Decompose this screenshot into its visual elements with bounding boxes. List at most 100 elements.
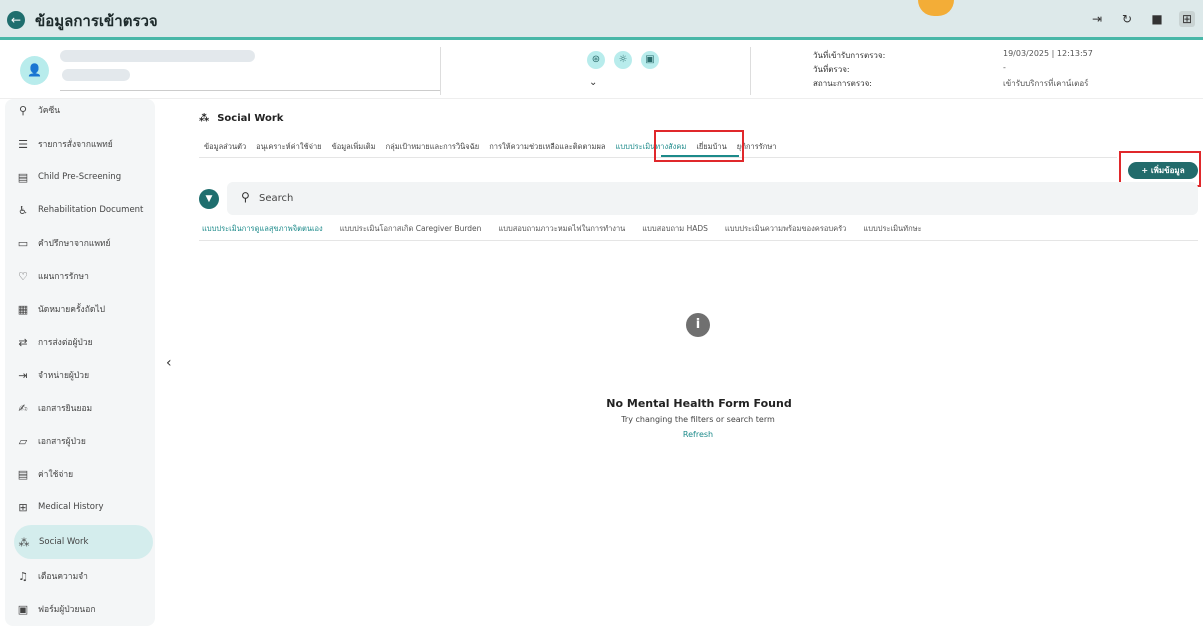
sidebar-item-patient-transfer[interactable]: ⇄ การส่งต่อผู้ป่วย: [13, 331, 153, 353]
divider: [750, 47, 751, 95]
divider: [440, 47, 441, 95]
screening-icon: ▤: [17, 170, 29, 184]
visit-date-label: วันที่เข้ารับการตรวจ:: [813, 51, 886, 60]
form-icon: ▣: [17, 602, 29, 616]
sidebar-item-label: ฟอร์มผู้ป่วยนอก: [38, 605, 96, 615]
redacted-id: [62, 69, 130, 81]
sidebar-item-label: เตือนความจำ: [38, 572, 88, 582]
empty-state-title: No Mental Health Form Found: [606, 397, 792, 410]
tab-expense-support[interactable]: อนุเคราะห์ค่าใช้จ่าย: [251, 140, 326, 154]
sidebar-item-label: จำหน่ายผู้ป่วย: [38, 371, 90, 381]
sidebar-item-label: เอกสารยินยอม: [38, 404, 93, 414]
sidebar-item-label: เอกสารผู้ป่วย: [38, 437, 86, 447]
sidebar-item-label: Social Work: [39, 537, 89, 547]
folder-icon: ▱: [18, 434, 28, 448]
sidebar-item-label: แผนการรักษา: [38, 272, 89, 282]
people-icon: ⁂: [199, 113, 210, 124]
sidebar-item-label: นัดหมายครั้งถัดไป: [38, 305, 106, 315]
subtab-burnout[interactable]: แบบสอบถามภาวะหมดไฟในการทำงาน: [498, 223, 642, 235]
exam-date-value: -: [1003, 63, 1006, 72]
sidebar-item-expenses[interactable]: ▤ ค่าใช้จ่าย: [13, 463, 153, 485]
sidebar-item-discharge[interactable]: ⇥ จำหน่ายผู้ป่วย: [13, 364, 153, 386]
discharge-icon: ⇥: [18, 368, 28, 382]
search-input[interactable]: [259, 188, 1159, 208]
consult-icon: ▭: [17, 236, 29, 250]
back-button[interactable]: ←: [7, 11, 25, 29]
subtab-skills[interactable]: แบบประเมินทักษะ: [863, 223, 938, 235]
arrow-left-icon: ←: [10, 13, 22, 27]
patient-status-icons: ⊛ ☼ ▣: [587, 51, 659, 69]
add-panel-icon[interactable]: ⊞: [1179, 11, 1195, 27]
list-icon: ☰: [18, 137, 28, 151]
sidebar-item-consult[interactable]: ▭ คำปรึกษาจากแพทย์: [13, 232, 153, 254]
top-bar: ← ข้อมูลการเข้าตรวจ ⇥ ↻ ■ ⊞: [0, 0, 1203, 40]
page-title: ข้อมูลการเข้าตรวจ: [35, 12, 158, 30]
sidebar-item-outpatient-form[interactable]: ▣ ฟอร์มผู้ป่วยนอก: [13, 598, 153, 620]
tab-personal-info[interactable]: ข้อมูลส่วนตัว: [199, 140, 251, 154]
exam-date-label: วันที่ตรวจ:: [813, 65, 850, 74]
bell-icon: ♫: [18, 569, 28, 583]
bookmark-icon[interactable]: ▣: [641, 51, 659, 69]
chevron-left-icon[interactable]: ‹: [166, 355, 172, 371]
search-icon: ⚲: [241, 190, 250, 204]
logout-icon[interactable]: ⇥: [1089, 11, 1105, 27]
toolbar: ⇥ ↻ ■ ⊞: [1089, 11, 1195, 27]
sidebar-item-rehabilitation[interactable]: ♿ Rehabilitation Document: [13, 199, 153, 221]
avatar: 👤: [20, 56, 49, 85]
sidebar-item-label: ค่าใช้จ่าย: [38, 470, 74, 480]
chevron-double-down-icon[interactable]: ⌄: [589, 77, 597, 88]
sidebar-item-patient-docs[interactable]: ▱ เอกสารผู้ป่วย: [13, 430, 153, 452]
subtab-family-readiness[interactable]: แบบประเมินความพร้อมของครอบครัว: [725, 223, 863, 235]
sidebar-item-label: Medical History: [38, 502, 104, 512]
trash-icon[interactable]: ■: [1149, 11, 1165, 27]
receipt-icon: ▤: [17, 467, 29, 481]
search-bar: ⚲: [227, 182, 1198, 215]
filter-button[interactable]: ▼: [199, 189, 219, 209]
sidebar-item-vaccine[interactable]: ⚲ วัคซีน: [13, 99, 153, 121]
empty-state-subtitle: Try changing the filters or search term: [621, 415, 775, 424]
decorative-shape: [918, 0, 954, 16]
user-icon: 👤: [27, 63, 42, 77]
wellness-icon[interactable]: ⊛: [587, 51, 605, 69]
subtab-caregiver-burden[interactable]: แบบประเมินโอกาสเกิด Caregiver Burden: [340, 223, 499, 235]
consent-icon: ✍: [18, 401, 28, 415]
redacted-name: [60, 50, 255, 62]
info-icon: i: [686, 313, 710, 337]
tab-target-group[interactable]: กลุ่มเป้าหมายและการวินิจฉัย: [381, 140, 485, 154]
refresh-link[interactable]: Refresh: [670, 430, 726, 439]
sidebar-item-consent[interactable]: ✍ เอกสารยินยอม: [13, 397, 153, 419]
transfer-icon: ⇄: [18, 335, 28, 349]
sidebar-item-label: วัคซีน: [38, 106, 61, 116]
tab-assistance-followup[interactable]: การให้ความช่วยเหลือและติดตามผล: [484, 140, 610, 154]
annotation-highlight-tab: [654, 130, 744, 162]
subtab-hads[interactable]: แบบสอบถาม HADS: [642, 223, 725, 235]
divider: [199, 240, 1198, 241]
sidebar-item-treatment-plan[interactable]: ♡ แผนการรักษา: [13, 265, 153, 287]
sidebar-item-reminder[interactable]: ♫ เตือนความจำ: [13, 565, 153, 587]
divider: [60, 90, 440, 91]
sidebar-item-label: Rehabilitation Document: [38, 205, 144, 215]
tab-additional-info[interactable]: ข้อมูลเพิ่มเติม: [327, 140, 381, 154]
sidebar: ⚲ วัคซีน ☰ รายการสั่งจากแพทย์ ▤ Child Pre-S…: [5, 99, 155, 626]
assessment-sub-tabs: แบบประเมินการดูแลสุขภาพจิตตนเอง แบบประเม…: [202, 223, 939, 235]
sidebar-item-label: Child Pre-Screening: [38, 172, 122, 182]
treatment-plan-icon: ♡: [18, 269, 28, 283]
people-icon: ⁂: [18, 535, 30, 549]
rehab-icon: ♿: [18, 203, 28, 217]
status-label: สถานะการตรวจ:: [813, 79, 872, 88]
sidebar-item-label: คำปรึกษาจากแพทย์: [38, 239, 111, 249]
sidebar-item-doctor-orders[interactable]: ☰ รายการสั่งจากแพทย์: [13, 133, 153, 155]
sun-icon[interactable]: ☼: [614, 51, 632, 69]
sidebar-item-medical-history[interactable]: ⊞ Medical History: [13, 496, 153, 518]
refresh-icon[interactable]: ↻: [1119, 11, 1135, 27]
patient-header: 👤 ⊛ ☼ ▣ ⌄ วันที่เข้ารับการตรวจ: 19/03/20…: [0, 43, 1203, 99]
sidebar-item-child-pre-screening[interactable]: ▤ Child Pre-Screening: [13, 166, 153, 188]
medical-history-icon: ⊞: [18, 500, 28, 514]
sidebar-item-social-work[interactable]: ⁂ Social Work: [14, 525, 153, 559]
visit-info-row: สถานะการตรวจ: เข้ารับบริการที่เคาน์เตอร์: [813, 77, 1193, 89]
section-title: Social Work: [217, 113, 284, 124]
sidebar-item-next-appointment[interactable]: ▦ นัดหมายครั้งถัดไป: [13, 298, 153, 320]
subtab-mental-self-care[interactable]: แบบประเมินการดูแลสุขภาพจิตตนเอง: [202, 223, 340, 235]
sidebar-item-label: รายการสั่งจากแพทย์: [38, 140, 113, 150]
calendar-icon: ▦: [17, 302, 29, 316]
